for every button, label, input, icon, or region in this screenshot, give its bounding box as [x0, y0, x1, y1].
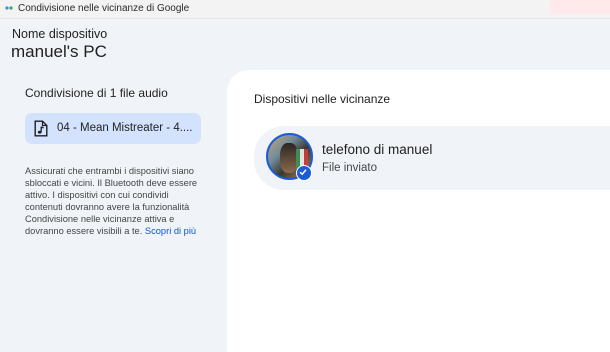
device-card-name: telefono di manuel	[322, 142, 433, 157]
left-panel: Condivisione di 1 file audio 04 - Mean M…	[0, 70, 226, 352]
right-panel: Dispositivi nelle vicinanze telefono di …	[227, 70, 610, 352]
title-bar: Condivisione nelle vicinanze di Google	[0, 0, 610, 19]
window-controls[interactable]	[550, 0, 610, 14]
window-title: Condivisione nelle vicinanze di Google	[18, 3, 190, 14]
device-name-label: Nome dispositivo	[12, 27, 108, 41]
device-name: manuel's PC	[11, 42, 107, 61]
check-badge-icon	[296, 165, 312, 181]
file-name: 04 - Mean Mistreater - 4....	[57, 122, 193, 134]
music-note-file-icon	[34, 120, 48, 137]
nearby-device-card[interactable]: telefono di manuel File inviato	[254, 126, 610, 190]
info-text: Assicurati che entrambi i dispositivi si…	[25, 165, 205, 237]
share-summary-title: Condivisione di 1 file audio	[25, 86, 168, 100]
device-card-status: File inviato	[322, 162, 377, 174]
learn-more-link[interactable]: Scopri di più	[145, 226, 196, 236]
check-icon	[299, 169, 307, 176]
nearby-share-app-icon	[5, 6, 13, 10]
file-chip[interactable]: 04 - Mean Mistreater - 4....	[25, 113, 201, 144]
nearby-devices-title: Dispositivi nelle vicinanze	[254, 92, 391, 106]
